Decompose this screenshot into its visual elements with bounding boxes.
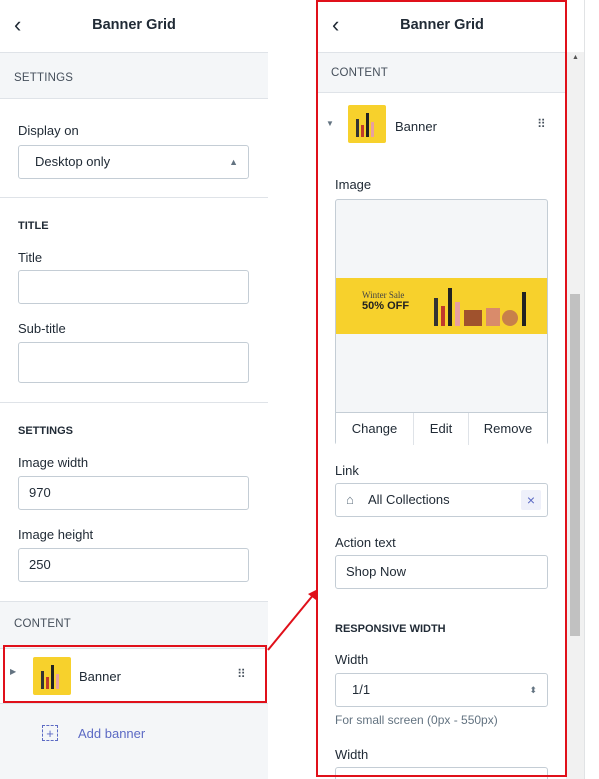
scroll-up-arrow-icon[interactable]: ▲ (572, 54, 579, 61)
scrollbar-thumb[interactable] (570, 294, 580, 636)
highlight-banner-settings (316, 0, 567, 777)
image-width-input[interactable]: 970 (18, 476, 249, 510)
add-banner-label: Add banner (78, 726, 146, 741)
section-label-settings: SETTINGS (14, 72, 74, 84)
section-label-content: CONTENT (14, 618, 71, 630)
display-on-value: Desktop only (35, 154, 111, 169)
image-width-label: Image width (18, 455, 89, 470)
display-on-select[interactable]: Desktop only ▲ (18, 145, 249, 179)
display-settings-card: Display on Desktop only ▲ (0, 98, 268, 198)
page-title: Banner Grid (92, 17, 176, 33)
connector-arrow (267, 588, 320, 651)
title-input[interactable] (18, 270, 249, 304)
image-settings-card: SETTINGS Image width 970 Image height 25… (0, 402, 268, 602)
left-header: ‹ Banner Grid (0, 0, 268, 53)
title-card: TITLE Title Sub-title (0, 197, 268, 403)
settings-heading: SETTINGS (18, 425, 74, 437)
display-on-label: Display on (18, 123, 79, 138)
subtitle-label: Sub-title (18, 321, 66, 336)
panel-gap (268, 0, 316, 779)
highlight-banner-item (3, 645, 267, 703)
subtitle-textarea[interactable] (18, 342, 249, 383)
add-block-icon: + (42, 725, 58, 741)
select-arrows-icon: ▲ (229, 157, 238, 167)
image-height-label: Image height (18, 527, 94, 542)
outer-edge (584, 0, 599, 779)
title-heading: TITLE (18, 220, 49, 232)
image-height-input[interactable]: 250 (18, 548, 249, 582)
scrollbar-track[interactable]: ▲ (566, 52, 584, 779)
title-label: Title (18, 250, 43, 265)
